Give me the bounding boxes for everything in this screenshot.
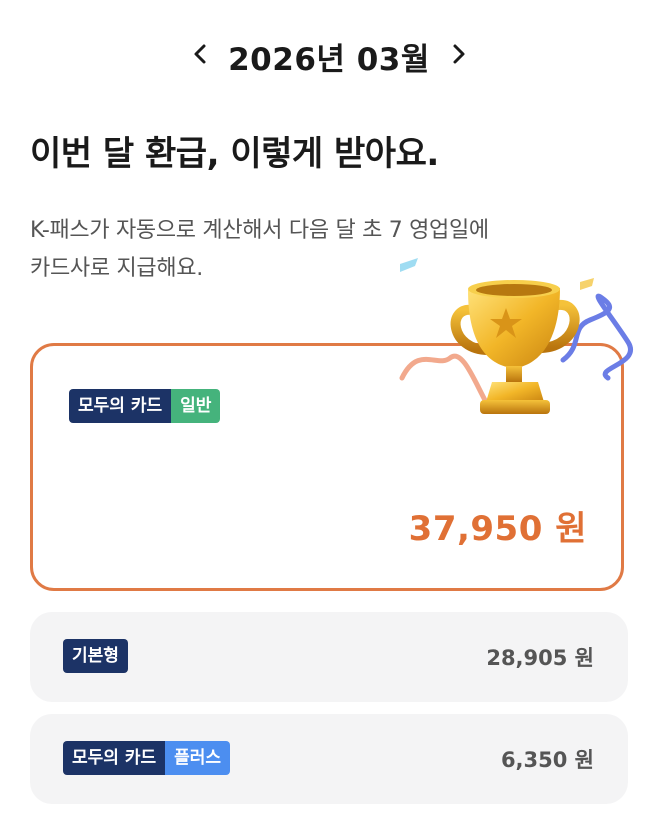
card-tier-label: 일반 — [171, 389, 221, 423]
card-tier-label: 플러스 — [165, 741, 231, 775]
plan-label: 기본형 — [63, 639, 128, 673]
chevron-right-icon[interactable] — [440, 36, 476, 72]
refund-row-plus: 모두의 카드 플러스 6,350 원 — [30, 714, 628, 804]
refund-row-basic: 기본형 28,905 원 — [30, 612, 628, 702]
refund-amount: 28,905 원 — [486, 646, 594, 670]
month-navigator: 2026년 03월 — [0, 30, 658, 80]
card-type-badge: 모두의 카드 일반 — [69, 389, 221, 423]
card-type-badge: 모두의 카드 플러스 — [63, 741, 231, 775]
card-name-label: 모두의 카드 — [69, 389, 172, 423]
total-refund-amount: 37,950 원 — [408, 509, 587, 549]
page-title: 이번 달 환급, 이렇게 받아요. — [30, 134, 439, 174]
card-name-label: 모두의 카드 — [63, 741, 166, 775]
plan-badge: 기본형 — [63, 639, 128, 673]
month-title: 2026년 03월 — [228, 42, 430, 78]
trophy-icon — [388, 250, 638, 430]
refund-amount: 6,350 원 — [500, 748, 594, 772]
description-line: K-패스가 자동으로 계산해서 다음 달 초 7 영업일에 — [30, 218, 489, 243]
